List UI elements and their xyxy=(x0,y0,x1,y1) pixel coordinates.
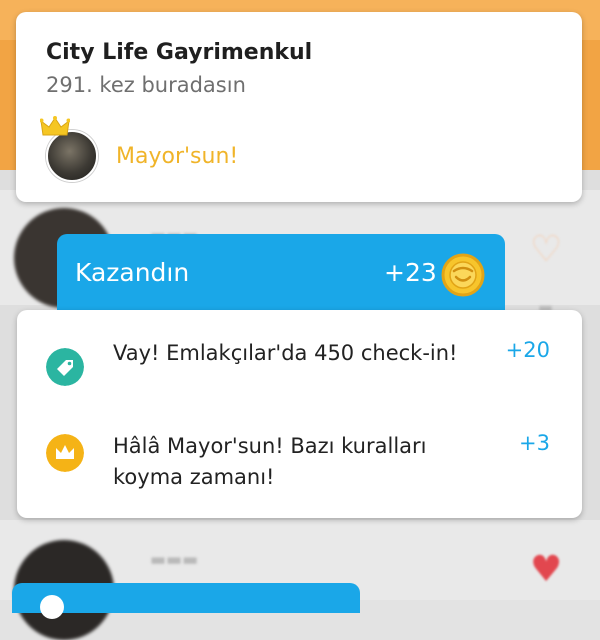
reward-text: Hâlâ Mayor'sun! Bazı kuralları koyma zam… xyxy=(113,434,427,489)
next-card-icon xyxy=(40,595,64,619)
next-card-bar xyxy=(12,583,360,619)
visit-count: 291. kez buradasın xyxy=(46,73,246,97)
earned-header: Kazandın +23 xyxy=(57,234,505,320)
mayor-avatar[interactable] xyxy=(40,116,98,182)
background-username: ▬▬▬ xyxy=(150,550,199,570)
mayor-row: Mayor'sun! xyxy=(40,116,239,182)
mayor-label: Mayor'sun! xyxy=(116,143,239,169)
earned-title: Kazandın xyxy=(75,258,190,287)
heart-filled-icon: ♥ xyxy=(530,549,563,590)
earned-total: +23 xyxy=(384,258,437,287)
crown-icon xyxy=(40,116,70,136)
venue-card[interactable]: City Life Gayrimenkul 291. kez buradasın… xyxy=(16,12,582,202)
tag-icon xyxy=(46,348,84,386)
coin-icon xyxy=(441,253,485,297)
reward-points: +20 xyxy=(505,338,550,362)
crown-icon xyxy=(46,434,84,472)
heart-outline-icon: ♡ xyxy=(530,229,563,270)
reward-points: +3 xyxy=(519,431,550,455)
reward-text: Vay! Emlakçılar'da 450 check-in! xyxy=(113,341,458,365)
venue-name: City Life Gayrimenkul xyxy=(46,40,313,65)
rewards-card: Vay! Emlakçılar'da 450 check-in! +20 Hâl… xyxy=(17,310,582,518)
